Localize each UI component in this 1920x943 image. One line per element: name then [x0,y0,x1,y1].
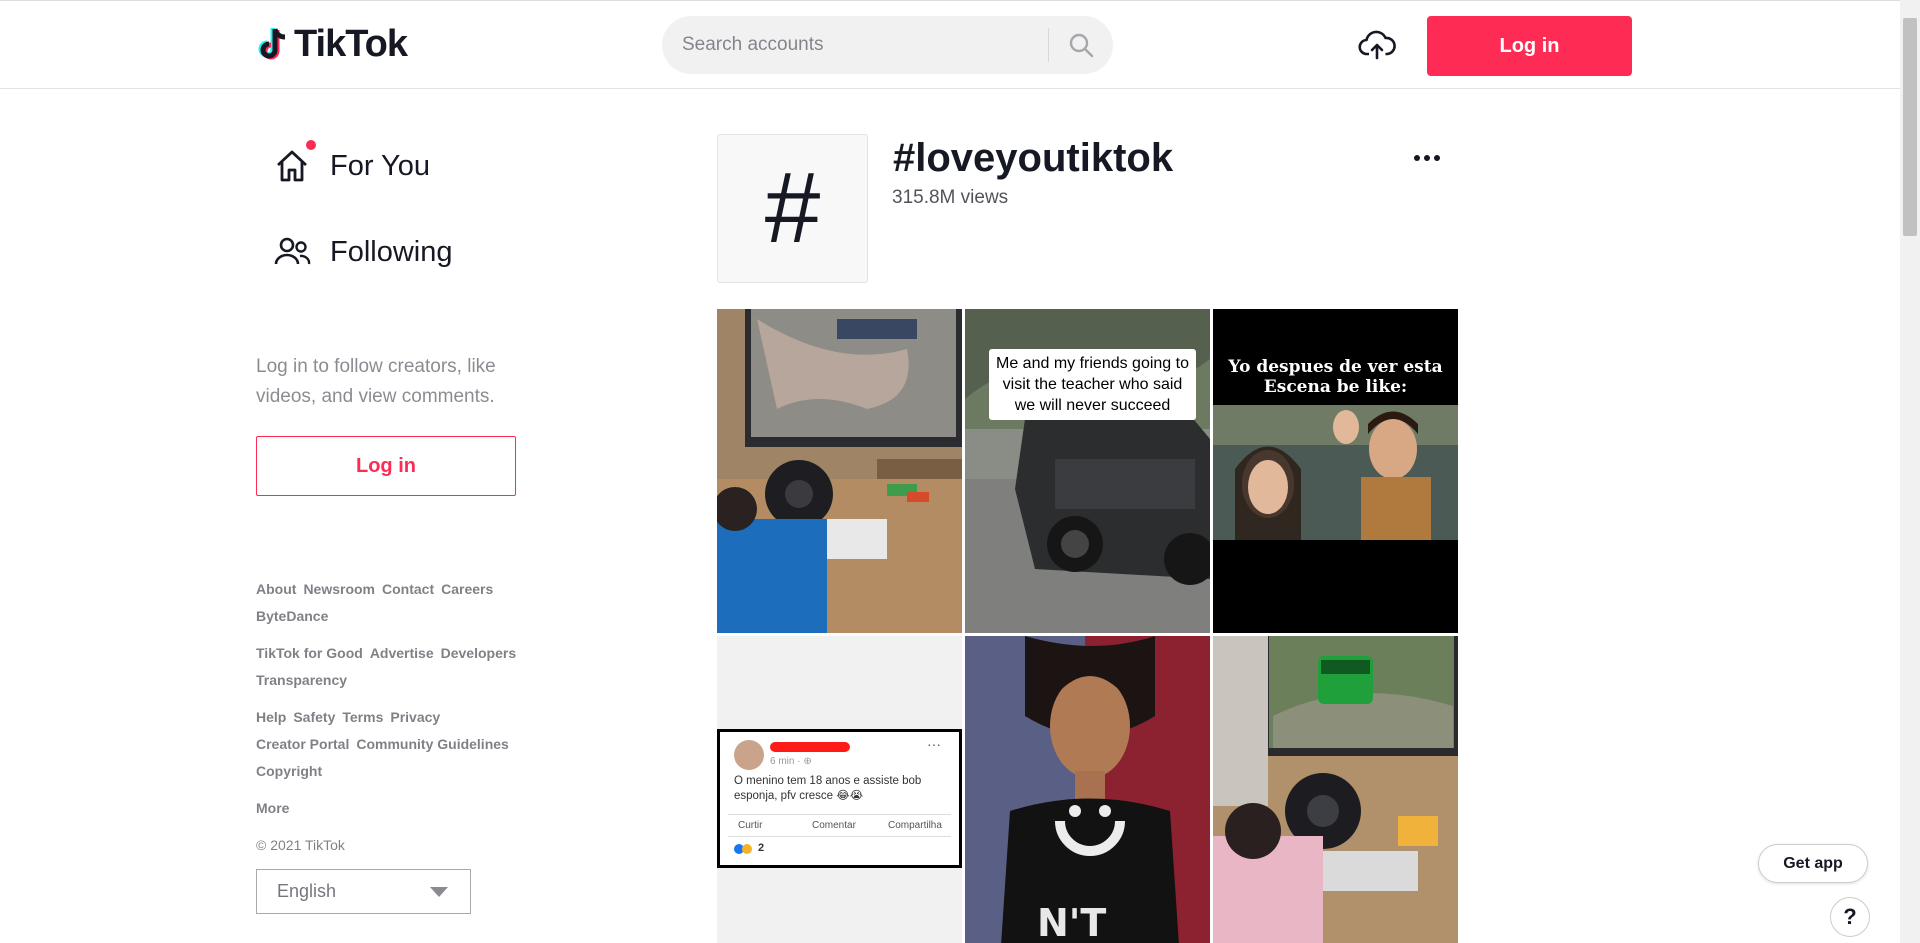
top-bar: TikTok Log in [0,0,1900,89]
footer-more[interactable]: More [256,795,546,822]
video-caption: Yo despues de ver esta Escena be like: [1228,357,1443,397]
hashtag-symbol: # [764,152,821,264]
redacted-name [770,742,850,752]
footer-link[interactable]: Developers [441,645,516,661]
upload-cloud-icon[interactable] [1358,27,1396,65]
video-thumbnail[interactable] [717,309,962,633]
tiktok-note-icon [258,27,286,59]
footer-link[interactable]: Careers [441,581,493,597]
like-action: Curtir [738,820,763,831]
nav-for-you-label: For You [330,149,430,182]
footer-links-row-2: TikTok for Good Advertise Developers Transp… [256,640,546,694]
search-icon [1069,33,1094,58]
get-app-button[interactable]: Get app [1758,844,1868,883]
video-thumbnail[interactable]: 6 min · ⊕ ··· O menino tem 18 anos e ass… [717,636,962,943]
avatar [734,740,764,770]
more-options-icon[interactable] [1414,155,1440,161]
page: TikTok Log in For You [0,0,1920,943]
footer-link[interactable]: TikTok for Good [256,645,363,661]
login-hint-text: Log in to follow creators, like videos, … [256,356,496,407]
scrollbar[interactable] [1900,0,1920,943]
notification-dot [306,140,316,150]
footer-link[interactable]: About [256,581,296,597]
nav-following[interactable]: Following [272,232,453,272]
video-thumbnail[interactable] [1213,636,1458,943]
post-text: O menino tem 18 anos e assiste bob espon… [734,775,922,802]
nav-for-you[interactable]: For You [272,140,430,186]
search-input[interactable] [662,34,1048,56]
copyright-text: © 2021 TikTok [256,837,345,853]
language-select[interactable]: English [256,869,471,914]
divider [728,814,951,815]
share-action: Compartilha [888,820,942,831]
comment-action: Comentar [812,820,856,831]
divider [728,836,951,837]
video-grid: Me and my friends going to visit the tea… [717,309,1458,943]
footer-link[interactable]: Community Guidelines [356,736,508,752]
footer-link[interactable]: Help [256,709,286,725]
footer-link[interactable]: Creator Portal [256,736,349,752]
nav-following-label: Following [330,235,453,268]
home-icon [277,150,307,182]
footer-link[interactable]: Safety [293,709,335,725]
video-thumbnail[interactable]: Me and my friends going to visit the tea… [965,309,1210,633]
footer-link[interactable]: ByteDance [256,608,328,624]
footer-more-label[interactable]: More [256,800,289,816]
footer-copyright: © 2021 TikTok [256,832,546,859]
hashtag-views: 315.8M views [892,187,1009,208]
search-button[interactable] [1049,16,1113,74]
video-thumbnail[interactable]: Yo despues de ver esta Escena be like: [1213,309,1458,633]
footer-link[interactable]: Transparency [256,672,347,688]
video-caption: Me and my friends going to visit the tea… [989,349,1196,420]
haha-reaction-icon [742,844,752,854]
video-thumbnail-image [1213,636,1458,943]
post-time: 6 min · ⊕ [770,756,812,767]
footer-link[interactable]: Contact [382,581,434,597]
footer-link[interactable]: Privacy [390,709,440,725]
hashtag-cover: # [717,134,868,283]
hashtag-title: #loveyoutiktok [893,136,1174,180]
footer-links-row-1: About Newsroom Contact Careers ByteDance [256,576,546,630]
footer-links-row-3: Help Safety Terms Privacy Creator Portal Comm… [256,704,546,785]
users-icon [274,237,311,265]
facebook-post-screenshot: 6 min · ⊕ ··· O menino tem 18 anos e ass… [717,729,962,868]
footer-link[interactable]: Terms [342,709,383,725]
scrollbar-thumb[interactable] [1903,18,1917,236]
reaction-count: 2 [758,842,765,854]
logo-wordmark: TikTok [294,23,408,65]
footer-link[interactable]: Newsroom [303,581,375,597]
search-bar [662,16,1113,74]
video-thumbnail-image: N'T [965,636,1210,943]
video-thumbnail-image [717,309,962,633]
tiktok-logo[interactable]: TikTok [256,23,408,66]
footer-link[interactable]: Copyright [256,763,322,779]
caret-down-icon [430,886,448,897]
video-thumbnail[interactable]: N'T [965,636,1210,943]
footer-link[interactable]: Advertise [370,645,434,661]
post-more-icon: ··· [927,736,941,752]
svg-text:N'T: N'T [1037,901,1106,943]
header-login-button[interactable]: Log in [1427,16,1632,76]
language-value: English [277,881,337,901]
help-button[interactable]: ? [1830,897,1870,937]
sidebar-login-button[interactable]: Log in [256,436,516,496]
